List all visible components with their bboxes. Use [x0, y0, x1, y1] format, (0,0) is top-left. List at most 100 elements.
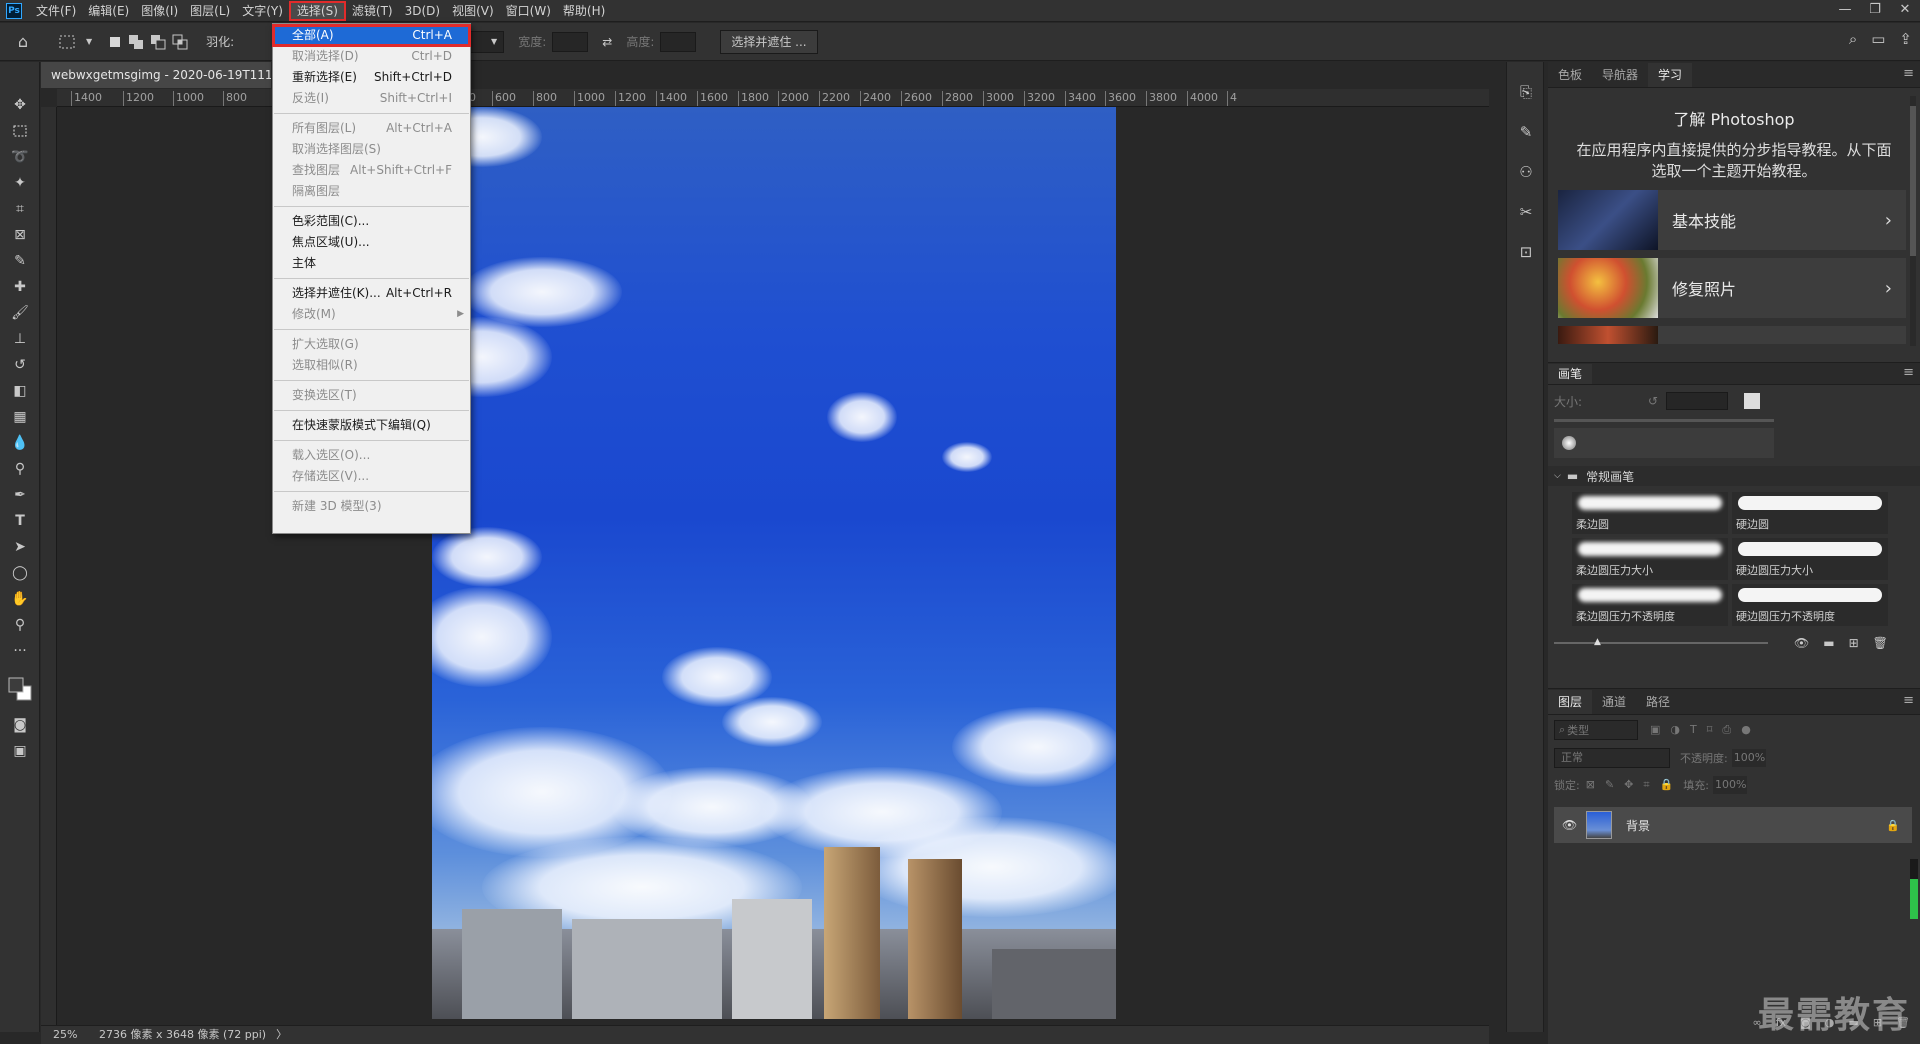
- clone-source-icon[interactable]: ⚇: [1507, 152, 1545, 192]
- add-selection-icon[interactable]: [128, 30, 144, 54]
- select-menu-item[interactable]: 重新选择(E) Shift+Ctrl+D: [273, 67, 470, 88]
- brush-preset[interactable]: 硬边圆: [1732, 492, 1888, 534]
- smart-object-filter-icon[interactable]: ⎙: [1722, 723, 1731, 737]
- scrollbar[interactable]: [1910, 96, 1916, 346]
- canvas-image[interactable]: [432, 107, 1116, 1019]
- intersect-selection-icon[interactable]: [172, 30, 188, 54]
- menu-5[interactable]: 选择(S): [288, 0, 346, 21]
- menu-1[interactable]: 编辑(E): [82, 1, 135, 21]
- home-icon[interactable]: ⌂: [6, 30, 40, 54]
- height-input[interactable]: [660, 31, 697, 52]
- image-filter-icon[interactable]: ▣: [1650, 723, 1660, 737]
- tab-paths[interactable]: 路径: [1636, 690, 1680, 714]
- lasso-tool-icon[interactable]: ➰: [0, 144, 40, 170]
- layer-filter-select[interactable]: ⌕ 类型: [1554, 720, 1638, 740]
- brush-preset[interactable]: 柔边圆压力大小: [1572, 538, 1728, 580]
- blur-tool-icon[interactable]: 💧: [0, 430, 40, 456]
- magic-wand-tool-icon[interactable]: ✦: [0, 170, 40, 196]
- swap-icon[interactable]: ⇄: [602, 30, 612, 54]
- restore-button[interactable]: ❐: [1860, 0, 1890, 22]
- tab-channels[interactable]: 通道: [1592, 690, 1636, 714]
- more-tools-icon[interactable]: ···: [0, 638, 40, 664]
- panel-menu-icon[interactable]: ≡: [1903, 365, 1914, 380]
- fill-input[interactable]: 100%: [1713, 776, 1747, 794]
- select-menu-item[interactable]: 查找图层 Alt+Shift+Ctrl+F: [273, 160, 470, 181]
- reset-icon[interactable]: ↺: [1648, 394, 1658, 408]
- select-menu-item[interactable]: 选取相似(R): [273, 355, 470, 376]
- select-menu-item[interactable]: 选择并遮住(K)... Alt+Ctrl+R: [273, 283, 470, 304]
- opacity-input[interactable]: 100%: [1731, 749, 1766, 767]
- visibility-toggle-icon[interactable]: 👁: [1794, 636, 1809, 650]
- dodge-tool-icon[interactable]: ⚲: [0, 456, 40, 482]
- tab-learn[interactable]: 学习: [1648, 63, 1693, 87]
- select-menu-item[interactable]: 修改(M) ▶: [273, 304, 470, 325]
- lock-all-icon[interactable]: 🔒: [1660, 778, 1674, 792]
- select-menu-item[interactable]: 新建 3D 模型(3): [273, 496, 470, 517]
- learn-card-basic-skills[interactable]: 基本技能 ›: [1558, 190, 1906, 250]
- menu-6[interactable]: 滤镜(T): [346, 1, 399, 21]
- type-tool-icon[interactable]: T: [0, 508, 40, 534]
- panel-menu-icon[interactable]: ≡: [1903, 693, 1914, 708]
- width-input[interactable]: [552, 31, 589, 52]
- new-group-icon[interactable]: ▬: [1823, 636, 1834, 650]
- learn-card-more[interactable]: [1558, 326, 1906, 344]
- gradient-tool-icon[interactable]: ▦: [0, 404, 40, 430]
- ellipse-tool-icon[interactable]: ◯: [0, 560, 40, 586]
- stamp-tool-icon[interactable]: ⊥: [0, 326, 40, 352]
- select-menu-item[interactable]: 色彩范围(C)...: [273, 211, 470, 232]
- size-slider[interactable]: [1554, 419, 1774, 422]
- share-icon[interactable]: ⇪: [1899, 30, 1912, 48]
- tab-brushes[interactable]: 画笔: [1548, 364, 1593, 384]
- select-menu-item[interactable]: 取消选择图层(S): [273, 139, 470, 160]
- tab-navigator[interactable]: 导航器: [1592, 63, 1648, 87]
- chevron-down-icon[interactable]: ▼: [86, 30, 92, 54]
- shape-filter-icon[interactable]: ⌑: [1707, 723, 1713, 737]
- select-menu-item[interactable]: 存储选区(V)...: [273, 466, 470, 487]
- menu-3[interactable]: 图层(L): [184, 1, 236, 21]
- artboard-icon[interactable]: ⊡: [1507, 232, 1545, 272]
- select-menu-item[interactable]: 隔离图层: [273, 181, 470, 202]
- tools-presets-icon[interactable]: ✂: [1507, 192, 1545, 232]
- layer-row-background[interactable]: 👁 背景 🔒: [1554, 807, 1912, 843]
- type-filter-icon[interactable]: T: [1690, 723, 1697, 737]
- zoom-tool-icon[interactable]: ⚲: [0, 612, 40, 638]
- minimize-button[interactable]: —: [1830, 0, 1860, 22]
- color-swatches[interactable]: [0, 664, 40, 712]
- frame-tool-icon[interactable]: ⊠: [0, 222, 40, 248]
- eyedropper-tool-icon[interactable]: ✎: [0, 248, 40, 274]
- eraser-tool-icon[interactable]: ◧: [0, 378, 40, 404]
- menu-2[interactable]: 图像(I): [135, 1, 184, 21]
- delete-icon[interactable]: 🗑: [1873, 636, 1888, 650]
- select-menu-item[interactable]: 取消选择(D) Ctrl+D: [273, 46, 470, 67]
- select-menu-item[interactable]: 所有图层(L) Alt+Ctrl+A: [273, 118, 470, 139]
- adjustment-filter-icon[interactable]: ◑: [1670, 723, 1680, 737]
- tab-swatches[interactable]: 色板: [1548, 63, 1592, 87]
- select-menu-item[interactable]: 在快速蒙版模式下编辑(Q): [273, 415, 470, 436]
- lock-paint-icon[interactable]: ✎: [1605, 778, 1614, 792]
- crop-tool-icon[interactable]: ⌗: [0, 196, 40, 222]
- document-tab[interactable]: webwxgetmsgimg - 2020-06-19T111722.5: [41, 62, 271, 88]
- blend-mode-select[interactable]: 正常: [1554, 748, 1670, 768]
- preview-size-slider[interactable]: ▲: [1554, 637, 1768, 647]
- hand-tool-icon[interactable]: ✋: [0, 586, 40, 612]
- brush-tool-icon[interactable]: 🖌: [0, 300, 40, 326]
- tab-layers[interactable]: 图层: [1548, 690, 1593, 714]
- filter-toggle-icon[interactable]: ●: [1741, 723, 1751, 737]
- menu-0[interactable]: 文件(F): [30, 1, 82, 21]
- history-brush-tool-icon[interactable]: ↺: [0, 352, 40, 378]
- path-selection-tool-icon[interactable]: ➤: [0, 534, 40, 560]
- lock-artboard-icon[interactable]: ⌗: [1643, 778, 1649, 792]
- history-icon[interactable]: ⎘: [1507, 72, 1545, 112]
- brush-preset[interactable]: 硬边圆压力大小: [1732, 538, 1888, 580]
- search-icon[interactable]: ⌕: [1849, 30, 1857, 48]
- select-menu-item[interactable]: 变换选区(T): [273, 385, 470, 406]
- menu-9[interactable]: 窗口(W): [500, 1, 557, 21]
- brush-group-header[interactable]: ⌵ ▬ 常规画笔: [1548, 466, 1920, 486]
- new-selection-icon[interactable]: [108, 30, 122, 54]
- brush-settings-icon[interactable]: ✎: [1507, 112, 1545, 152]
- brush-preset[interactable]: 硬边圆压力不透明度: [1732, 584, 1888, 626]
- screen-mode-icon[interactable]: ▣: [0, 738, 40, 764]
- healing-brush-tool-icon[interactable]: ✚: [0, 274, 40, 300]
- select-menu-item[interactable]: 主体: [273, 253, 470, 274]
- new-brush-icon[interactable]: [1744, 393, 1761, 409]
